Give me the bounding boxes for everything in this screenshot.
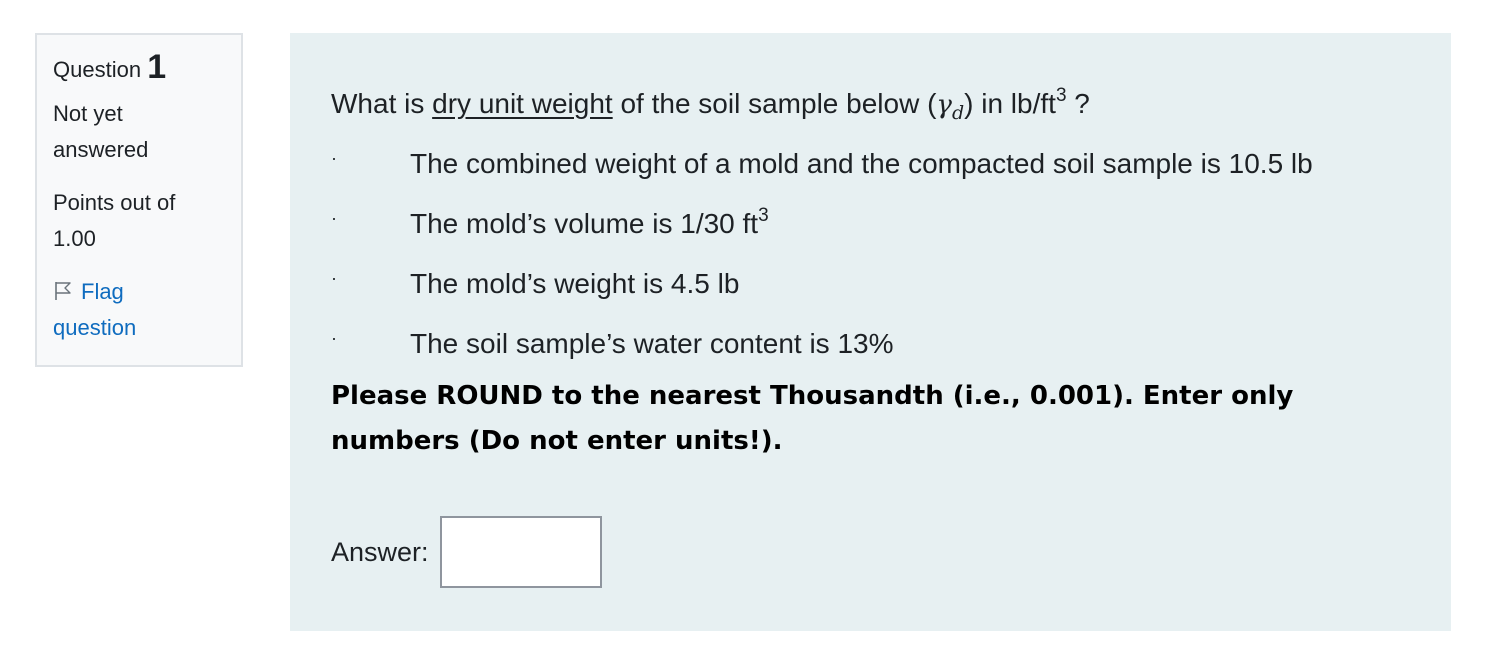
question-number-heading: Question 1 (53, 47, 225, 90)
question-text: What is dry unit weight of the soil samp… (331, 76, 1090, 133)
bullet-dot: · (331, 268, 337, 288)
list-item-text: The combined weight of a mold and the co… (410, 148, 1313, 179)
unit-exponent: 3 (1055, 85, 1067, 106)
list-item-text: The mold’s weight is 4.5 lb (410, 268, 740, 299)
question-keyword: dry unit weight (432, 88, 613, 119)
flag-label-line-1[interactable]: Flag (81, 279, 124, 304)
list-item-text: The soil sample’s water content is 13% (410, 328, 894, 359)
bullet-dot: · (331, 328, 337, 348)
question-grade: Points out of 1.00 (53, 185, 225, 257)
gamma-subscript: d (951, 102, 965, 124)
list-item-text: The mold’s volume is 1/30 ft (410, 208, 759, 239)
question-label: Question (53, 57, 142, 82)
instruction-line-2: numbers (Do not enter units!). (331, 426, 783, 456)
question-prefix: What is (331, 88, 433, 119)
grade-line-1: Points out of (53, 190, 176, 215)
answer-input[interactable] (439, 516, 602, 588)
flag-label-line-2[interactable]: question (53, 310, 225, 346)
instruction-line-1: Please ROUND to the nearest Thousandth (… (331, 381, 1294, 411)
flag-icon (53, 276, 73, 300)
answer-label: Answer: (331, 536, 429, 567)
flag-question-link[interactable]: Flag question (53, 274, 225, 346)
question-content: What is dry unit weight of the soil samp… (290, 33, 1451, 631)
question-suffix: ? (1066, 88, 1090, 119)
answer-row: Answer: (331, 516, 602, 588)
list-item-sup: 3 (758, 205, 769, 226)
bullet-dot: · (331, 208, 337, 228)
grade-line-2: 1.00 (53, 226, 96, 251)
bullet-dot: · (331, 148, 337, 168)
question-middle: of the soil sample below ( (612, 88, 937, 119)
question-unit: ) in lb/ft (964, 88, 1056, 119)
state-line-1: Not yet (53, 101, 123, 126)
question-info-panel: Question 1 Not yet answered Points out o… (35, 33, 243, 367)
question-number: 1 (147, 48, 167, 86)
rounding-instruction: Please ROUND to the nearest Thousandth (… (331, 374, 1391, 464)
state-line-2: answered (53, 137, 149, 162)
question-state: Not yet answered (53, 96, 225, 168)
gamma-symbol: γ (936, 90, 952, 120)
